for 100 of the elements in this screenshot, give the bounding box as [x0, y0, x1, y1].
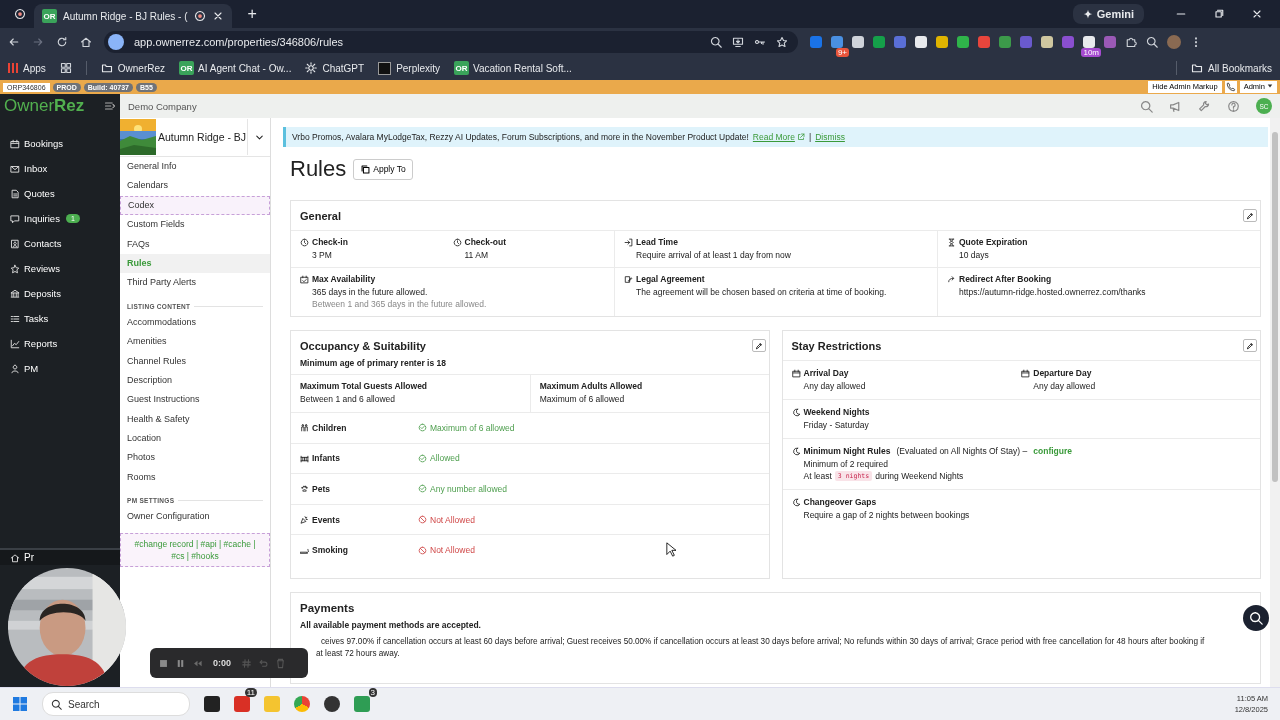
- search-field[interactable]: Search: [42, 692, 190, 716]
- menu-item[interactable]: Third Party Alerts: [120, 273, 270, 293]
- nav-item[interactable]: Contacts: [0, 236, 120, 251]
- menu-item[interactable]: Accommodations: [120, 312, 270, 333]
- menu-item[interactable]: Custom Fields: [120, 215, 270, 235]
- nav-item[interactable]: Reviews: [0, 261, 120, 276]
- extension-icon[interactable]: [852, 36, 864, 48]
- app-icon[interactable]: [324, 696, 340, 712]
- ban-icon: [418, 515, 427, 525]
- menu-item[interactable]: Calendars: [120, 176, 270, 196]
- extension-icon[interactable]: [915, 36, 927, 48]
- crib-icon: [300, 453, 309, 463]
- menu-item[interactable]: Location: [120, 429, 270, 449]
- admin-tags[interactable]: #change record | #api | #cache | #cs | #hooks: [120, 532, 270, 567]
- reload-icon[interactable]: [56, 36, 68, 48]
- bookmark-folder[interactable]: OwnerRez: [100, 62, 166, 74]
- bookmark-link[interactable]: ChatGPT: [305, 62, 365, 74]
- menu-item[interactable]: FAQs: [120, 234, 270, 254]
- party-popper-icon: [300, 515, 309, 525]
- bookmark-link[interactable]: OR AI Agent Chat - Ow...: [179, 61, 292, 75]
- tab-groups-icon[interactable]: [59, 62, 72, 74]
- edit-button[interactable]: [1243, 209, 1257, 222]
- family-icon: [300, 423, 309, 433]
- site-info-icon[interactable]: [108, 34, 124, 50]
- menu-item[interactable]: Health & Safety: [120, 409, 270, 430]
- extension-icon[interactable]: [873, 36, 885, 48]
- close-icon[interactable]: [1251, 8, 1263, 20]
- bookmark-folder[interactable]: All Bookmarks: [1191, 62, 1272, 74]
- perplexity-icon: [378, 61, 392, 75]
- help-icon[interactable]: [1227, 99, 1240, 113]
- nav-item[interactable]: Bookings: [0, 136, 120, 151]
- logo[interactable]: OwnerRez: [4, 96, 85, 116]
- zoom-icon[interactable]: [710, 36, 722, 48]
- bookmark-star-icon[interactable]: [776, 36, 788, 48]
- start-icon[interactable]: [12, 696, 28, 712]
- edit-button[interactable]: [751, 339, 766, 352]
- field-value: Require arrival of at least 1 day from now: [635, 250, 792, 260]
- timer-text: 0:00: [213, 658, 231, 668]
- nav-item[interactable]: Inbox: [0, 161, 120, 176]
- star-icon: [10, 263, 20, 274]
- configure-link[interactable]: configure: [1033, 446, 1072, 456]
- collapse-menu-icon[interactable]: [104, 100, 116, 112]
- banner-text: Vrbo Promos, Avalara MyLodgeTax, Rezzy AI Updates, Forum Subscriptions, and more in the November Product Update!: [292, 132, 749, 142]
- menu-item[interactable]: Codex: [120, 195, 270, 216]
- wrench-icon[interactable]: [1198, 99, 1211, 113]
- menu-item[interactable]: Channel Rules: [120, 351, 270, 371]
- speech-bubble-icon: [10, 213, 20, 224]
- field-label: Maximum Adults Allowed: [539, 381, 644, 391]
- cursor-icon: [666, 542, 676, 557]
- extension-icon[interactable]: [1041, 36, 1053, 48]
- scrollbar[interactable]: [1270, 118, 1280, 687]
- field-note: (Evaluated on All Nights Of Stay) –: [896, 446, 1028, 456]
- browser-app-icon[interactable]: [294, 696, 310, 712]
- search-tabs-icon[interactable]: [1146, 36, 1158, 48]
- nav-item[interactable]: Deposits: [0, 286, 120, 301]
- extension-icon[interactable]: [999, 36, 1011, 48]
- extension-icon[interactable]: [957, 36, 969, 48]
- nav-item[interactable]: Reports: [0, 336, 120, 351]
- field-value: https://autumn-ridge.hosted.ownerrez.com/thanks: [958, 287, 1147, 297]
- back-icon[interactable]: [8, 36, 20, 48]
- apply-to-button[interactable]: Apply To: [353, 158, 413, 180]
- menu-item[interactable]: Description: [120, 370, 270, 391]
- bookmark-link[interactable]: OR Vacation Rental Soft...: [454, 61, 572, 75]
- task-view-icon[interactable]: [204, 696, 220, 712]
- new-tab-button[interactable]: +: [243, 6, 261, 22]
- nav-item[interactable]: Tasks: [0, 311, 120, 326]
- menu-item[interactable]: Guest Instructions: [120, 390, 270, 410]
- menu-item[interactable]: General Info: [120, 157, 270, 177]
- field-label: Weekend Nights: [803, 407, 870, 417]
- extension-icon[interactable]: [1083, 36, 1095, 48]
- gemini-button[interactable]: Gemini: [1072, 4, 1144, 24]
- restore-icon[interactable]: [1213, 8, 1225, 20]
- card-subtitle: Minimum age of primary renter is 18: [300, 358, 446, 368]
- install-icon[interactable]: [732, 36, 744, 48]
- menu-item[interactable]: Photos: [120, 448, 270, 468]
- edit-button[interactable]: [1243, 339, 1257, 352]
- record-icon[interactable]: [14, 8, 26, 20]
- stop-icon[interactable]: [158, 657, 169, 669]
- menu-item[interactable]: Owner Configuration: [120, 507, 270, 527]
- pause-icon[interactable]: [175, 657, 186, 669]
- address-bar[interactable]: app.ownerrez.com/properties/346806/rules: [104, 31, 798, 53]
- home-icon[interactable]: [80, 36, 92, 48]
- phone-icon[interactable]: [1224, 81, 1237, 93]
- nav-item[interactable]: Quotes: [0, 186, 120, 201]
- nav-item[interactable]: PM: [0, 361, 120, 376]
- megaphone-icon[interactable]: [1169, 99, 1182, 113]
- extension-icon[interactable]: [936, 36, 948, 48]
- puzzle-icon[interactable]: [1125, 36, 1137, 48]
- zoom-button[interactable]: [1243, 605, 1269, 631]
- profile-avatar[interactable]: [1167, 35, 1181, 49]
- property-selector[interactable]: Autumn Ridge - BJ: [120, 118, 270, 157]
- status-text: Allowed: [430, 453, 460, 464]
- menu-item[interactable]: Amenities: [120, 332, 270, 352]
- bookmark-link[interactable]: Perplexity: [378, 61, 441, 75]
- extension-icon[interactable]: [831, 36, 843, 48]
- bookmark-link[interactable]: Apps: [8, 62, 46, 74]
- field-label: Minimum Night Rules: [803, 446, 891, 456]
- menu-item[interactable]: Rooms: [120, 467, 270, 488]
- search-icon[interactable]: [1140, 99, 1153, 113]
- browser-tab[interactable]: OR Autumn Ridge - BJ Rules - (: [34, 4, 232, 28]
